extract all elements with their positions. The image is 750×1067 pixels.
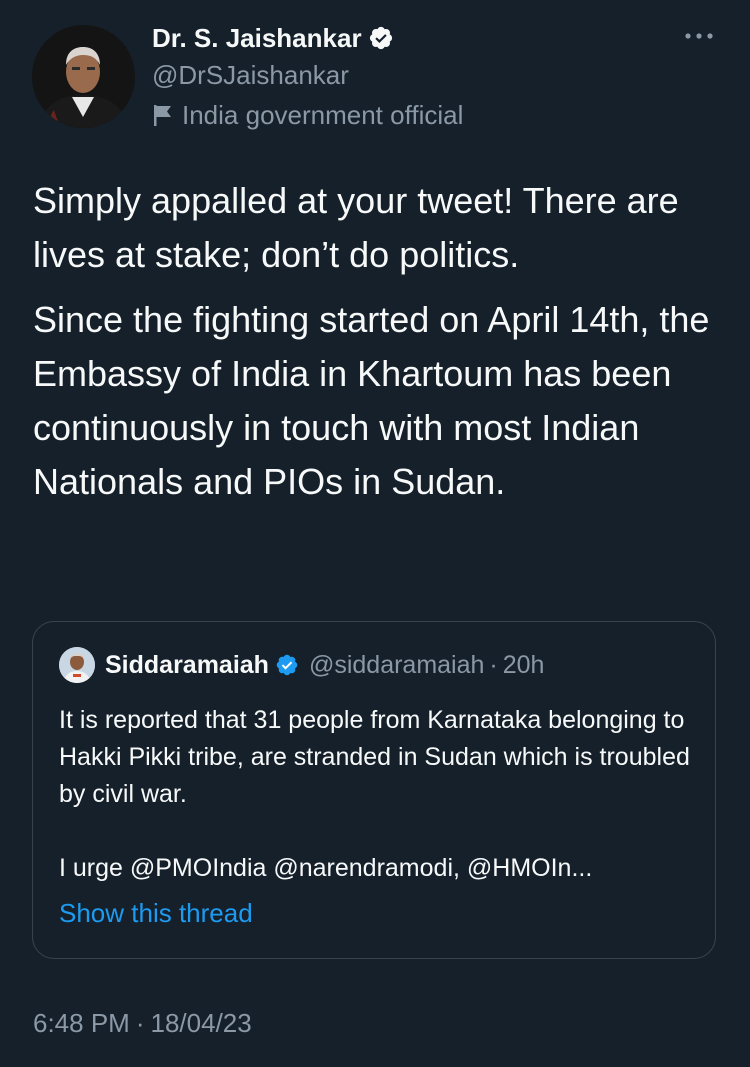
quote-display-name[interactable]: Siddaramaiah	[105, 651, 269, 680]
author-avatar[interactable]	[32, 25, 135, 128]
quote-tweet-card[interactable]: Siddaramaiah @siddaramaiah · 20h It is r…	[32, 621, 716, 959]
author-display-name[interactable]: Dr. S. Jaishankar	[152, 23, 362, 54]
quote-text: It is reported that 31 people from Karna…	[59, 702, 699, 887]
quote-separator: ·	[489, 650, 498, 679]
author-name-row: Dr. S. Jaishankar	[152, 20, 463, 56]
quote-verified-badge-icon	[276, 654, 298, 676]
tweet-time: 6:48 PM	[33, 1008, 130, 1038]
tweet-paragraph: Simply appalled at your tweet! There are…	[33, 180, 679, 275]
quote-avatar-image	[59, 647, 95, 683]
government-label: India government official	[182, 99, 464, 130]
tweet-text: Simply appalled at your tweet! There are…	[33, 174, 723, 520]
quote-avatar[interactable]	[59, 647, 95, 683]
tweet-timestamp[interactable]: 6:48 PM · 18/04/23	[33, 1008, 252, 1039]
author-avatar-image	[32, 25, 135, 128]
quote-paragraph: I urge @PMOIndia @narendramodi, @HMOIn..…	[59, 854, 593, 882]
quote-paragraph: It is reported that 31 people from Karna…	[59, 706, 690, 808]
flag-icon	[154, 105, 171, 126]
verified-badge-icon	[369, 26, 392, 50]
tweet-date: 18/04/23	[150, 1008, 252, 1038]
author-header: Dr. S. Jaishankar @DrSJaishankar India g…	[152, 20, 463, 132]
quote-handle[interactable]: @siddaramaiah	[309, 651, 484, 680]
show-thread-link[interactable]: Show this thread	[59, 898, 253, 929]
tweet-paragraph: Since the fighting started on April 14th…	[33, 299, 710, 502]
more-options-icon[interactable]	[683, 27, 715, 45]
government-label-row[interactable]: India government official	[152, 98, 463, 132]
timestamp-separator: ·	[135, 1008, 145, 1038]
author-handle[interactable]: @DrSJaishankar	[152, 56, 463, 94]
quote-time[interactable]: 20h	[503, 651, 545, 680]
quote-header: Siddaramaiah @siddaramaiah · 20h	[59, 647, 544, 683]
